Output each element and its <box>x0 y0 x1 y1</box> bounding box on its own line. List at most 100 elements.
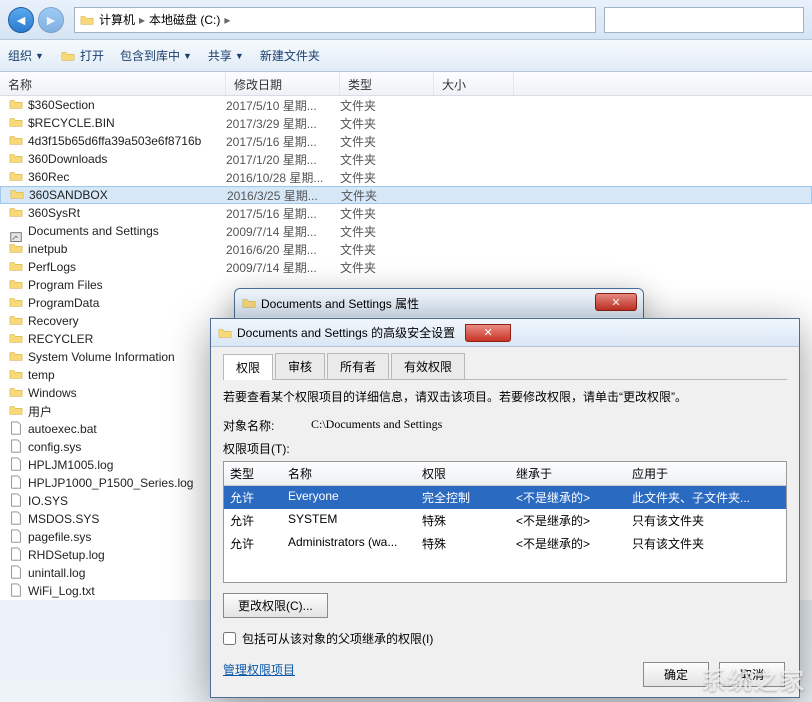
manage-permissions-link[interactable]: 管理权限项目 <box>223 661 295 678</box>
col-date[interactable]: 修改日期 <box>226 72 340 95</box>
chevron-right-icon: ▸ <box>224 13 230 27</box>
file-name: WiFi_Log.txt <box>28 584 95 598</box>
file-date: 2017/1/20 星期... <box>226 151 340 168</box>
folder-icon <box>8 277 28 294</box>
file-name: Windows <box>28 386 77 400</box>
file-date: 2017/5/16 星期... <box>226 205 340 222</box>
file-date: 2009/7/14 星期... <box>226 223 340 240</box>
file-type: 文件夹 <box>340 151 434 168</box>
file-name: 360Rec <box>28 170 69 184</box>
col-type[interactable]: 类型 <box>340 72 434 95</box>
dialog-titlebar[interactable]: Documents and Settings 属性 <box>235 289 643 317</box>
object-name-value: C:\Documents and Settings <box>311 417 442 434</box>
file-name: temp <box>28 368 55 382</box>
nav-back-button[interactable]: ◄ <box>8 7 34 33</box>
file-name: PerfLogs <box>28 260 76 274</box>
folder-icon <box>8 97 28 114</box>
column-headers: 名称 修改日期 类型 大小 <box>0 72 812 96</box>
file-name: Program Files <box>28 278 103 292</box>
folder-open-icon <box>60 49 76 63</box>
close-button[interactable]: ✕ <box>465 324 511 342</box>
include-in-library-menu[interactable]: 包含到库中▼ <box>120 47 192 64</box>
file-icon <box>8 421 28 438</box>
file-row[interactable]: 4d3f15b65d6ffa39a503e6f8716b 2017/5/16 星期… <box>0 132 812 150</box>
file-type: 文件夹 <box>340 97 434 114</box>
ok-button[interactable]: 确定 <box>643 662 709 687</box>
dialog-titlebar[interactable]: Documents and Settings 的高级安全设置 ✕ <box>211 319 799 347</box>
perm-items-label: 权限项目(T): <box>223 440 787 457</box>
file-icon <box>8 439 28 456</box>
breadcrumb[interactable]: 计算机 ▸ 本地磁盘 (C:) ▸ <box>74 7 596 33</box>
folder-icon <box>8 241 28 258</box>
file-name: Recovery <box>28 314 79 328</box>
folder-lock-icon <box>8 313 28 330</box>
file-type: 文件夹 <box>340 133 434 150</box>
file-name: HPLJP1000_P1500_Series.log <box>28 476 193 490</box>
file-row[interactable]: inetpub2016/6/20 星期...文件夹 <box>0 240 812 258</box>
breadcrumb-root: 计算机 <box>99 11 135 28</box>
folder-lock-icon <box>8 349 28 366</box>
breadcrumb-drive: 本地磁盘 (C:) <box>149 11 220 28</box>
open-button[interactable]: 打开 <box>60 47 104 64</box>
folder-icon <box>9 187 29 204</box>
file-name: 360Downloads <box>28 152 107 166</box>
tab-effective[interactable]: 有效权限 <box>391 353 465 379</box>
file-name: Documents and Settings <box>28 224 159 238</box>
file-name: 360SANDBOX <box>29 188 108 202</box>
share-menu[interactable]: 共享▼ <box>208 47 244 64</box>
file-icon <box>8 529 28 546</box>
inherit-checkbox[interactable] <box>223 632 236 645</box>
folder-icon <box>241 296 257 310</box>
watermark: 系统之家 <box>702 661 806 696</box>
file-name: HPLJM1005.log <box>28 458 113 472</box>
file-name: 4d3f15b65d6ffa39a503e6f8716b <box>28 134 201 148</box>
file-row[interactable]: $RECYCLE.BIN2017/3/29 星期...文件夹 <box>0 114 812 132</box>
tab-permissions[interactable]: 权限 <box>223 354 273 380</box>
file-name: autoexec.bat <box>28 422 97 436</box>
organize-menu[interactable]: 组织▼ <box>8 47 44 64</box>
folder-icon <box>8 259 28 276</box>
file-row[interactable]: $360Section2017/5/10 星期...文件夹 <box>0 96 812 114</box>
permission-row[interactable]: 允许Everyone完全控制<不是继承的>此文件夹、子文件夹... <box>224 486 786 509</box>
tab-strip: 权限 审核 所有者 有效权限 <box>223 353 787 380</box>
permission-row[interactable]: 允许Administrators (wa...特殊<不是继承的>只有该文件夹 <box>224 532 786 555</box>
tab-owner[interactable]: 所有者 <box>327 353 389 379</box>
change-permissions-button[interactable]: 更改权限(C)... <box>223 593 328 618</box>
description-text: 若要查看某个权限项目的详细信息，请双击该项目。若要修改权限，请单击“更改权限”。 <box>223 388 787 405</box>
dialog-title: Documents and Settings 的高级安全设置 <box>237 324 455 341</box>
file-row[interactable]: Documents and Settings2009/7/14 星期...文件夹 <box>0 222 812 240</box>
folder-icon <box>8 367 28 384</box>
new-folder-button[interactable]: 新建文件夹 <box>260 47 320 64</box>
chevron-down-icon: ▼ <box>183 51 192 61</box>
file-name: config.sys <box>28 440 81 454</box>
search-input[interactable] <box>604 7 804 33</box>
file-icon <box>8 511 28 528</box>
permission-row[interactable]: 允许SYSTEM特殊<不是继承的>只有该文件夹 <box>224 509 786 532</box>
permission-list[interactable]: 类型 名称 权限 继承于 应用于 允许Everyone完全控制<不是继承的>此文… <box>223 461 787 583</box>
file-row[interactable]: 360SANDBOX2016/3/25 星期...文件夹 <box>0 186 812 204</box>
file-date: 2016/6/20 星期... <box>226 241 340 258</box>
file-name: RECYCLER <box>28 332 93 346</box>
folder-lock-icon <box>8 133 28 150</box>
folder-icon <box>217 326 233 340</box>
file-icon <box>8 457 28 474</box>
file-date: 2017/5/16 星期... <box>226 133 340 150</box>
file-icon <box>8 493 28 510</box>
file-name: RHDSetup.log <box>28 548 105 562</box>
file-name: $RECYCLE.BIN <box>28 116 115 130</box>
folder-icon <box>8 151 28 168</box>
folder-icon <box>8 385 28 402</box>
file-row[interactable]: 360Downloads 2017/1/20 星期...文件夹 <box>0 150 812 168</box>
folder-icon <box>8 331 28 348</box>
file-row[interactable]: PerfLogs2009/7/14 星期...文件夹 <box>0 258 812 276</box>
file-type: 文件夹 <box>340 115 434 132</box>
tab-audit[interactable]: 审核 <box>275 353 325 379</box>
col-name[interactable]: 名称 <box>0 72 226 95</box>
file-date: 2016/10/28 星期... <box>226 169 340 186</box>
col-size[interactable]: 大小 <box>434 72 514 95</box>
close-button[interactable]: ✕ <box>595 293 637 311</box>
chevron-right-icon: ▸ <box>139 13 145 27</box>
file-name: $360Section <box>28 98 95 112</box>
file-row[interactable]: 360Rec2016/10/28 星期...文件夹 <box>0 168 812 186</box>
nav-forward-button[interactable]: ► <box>38 7 64 33</box>
